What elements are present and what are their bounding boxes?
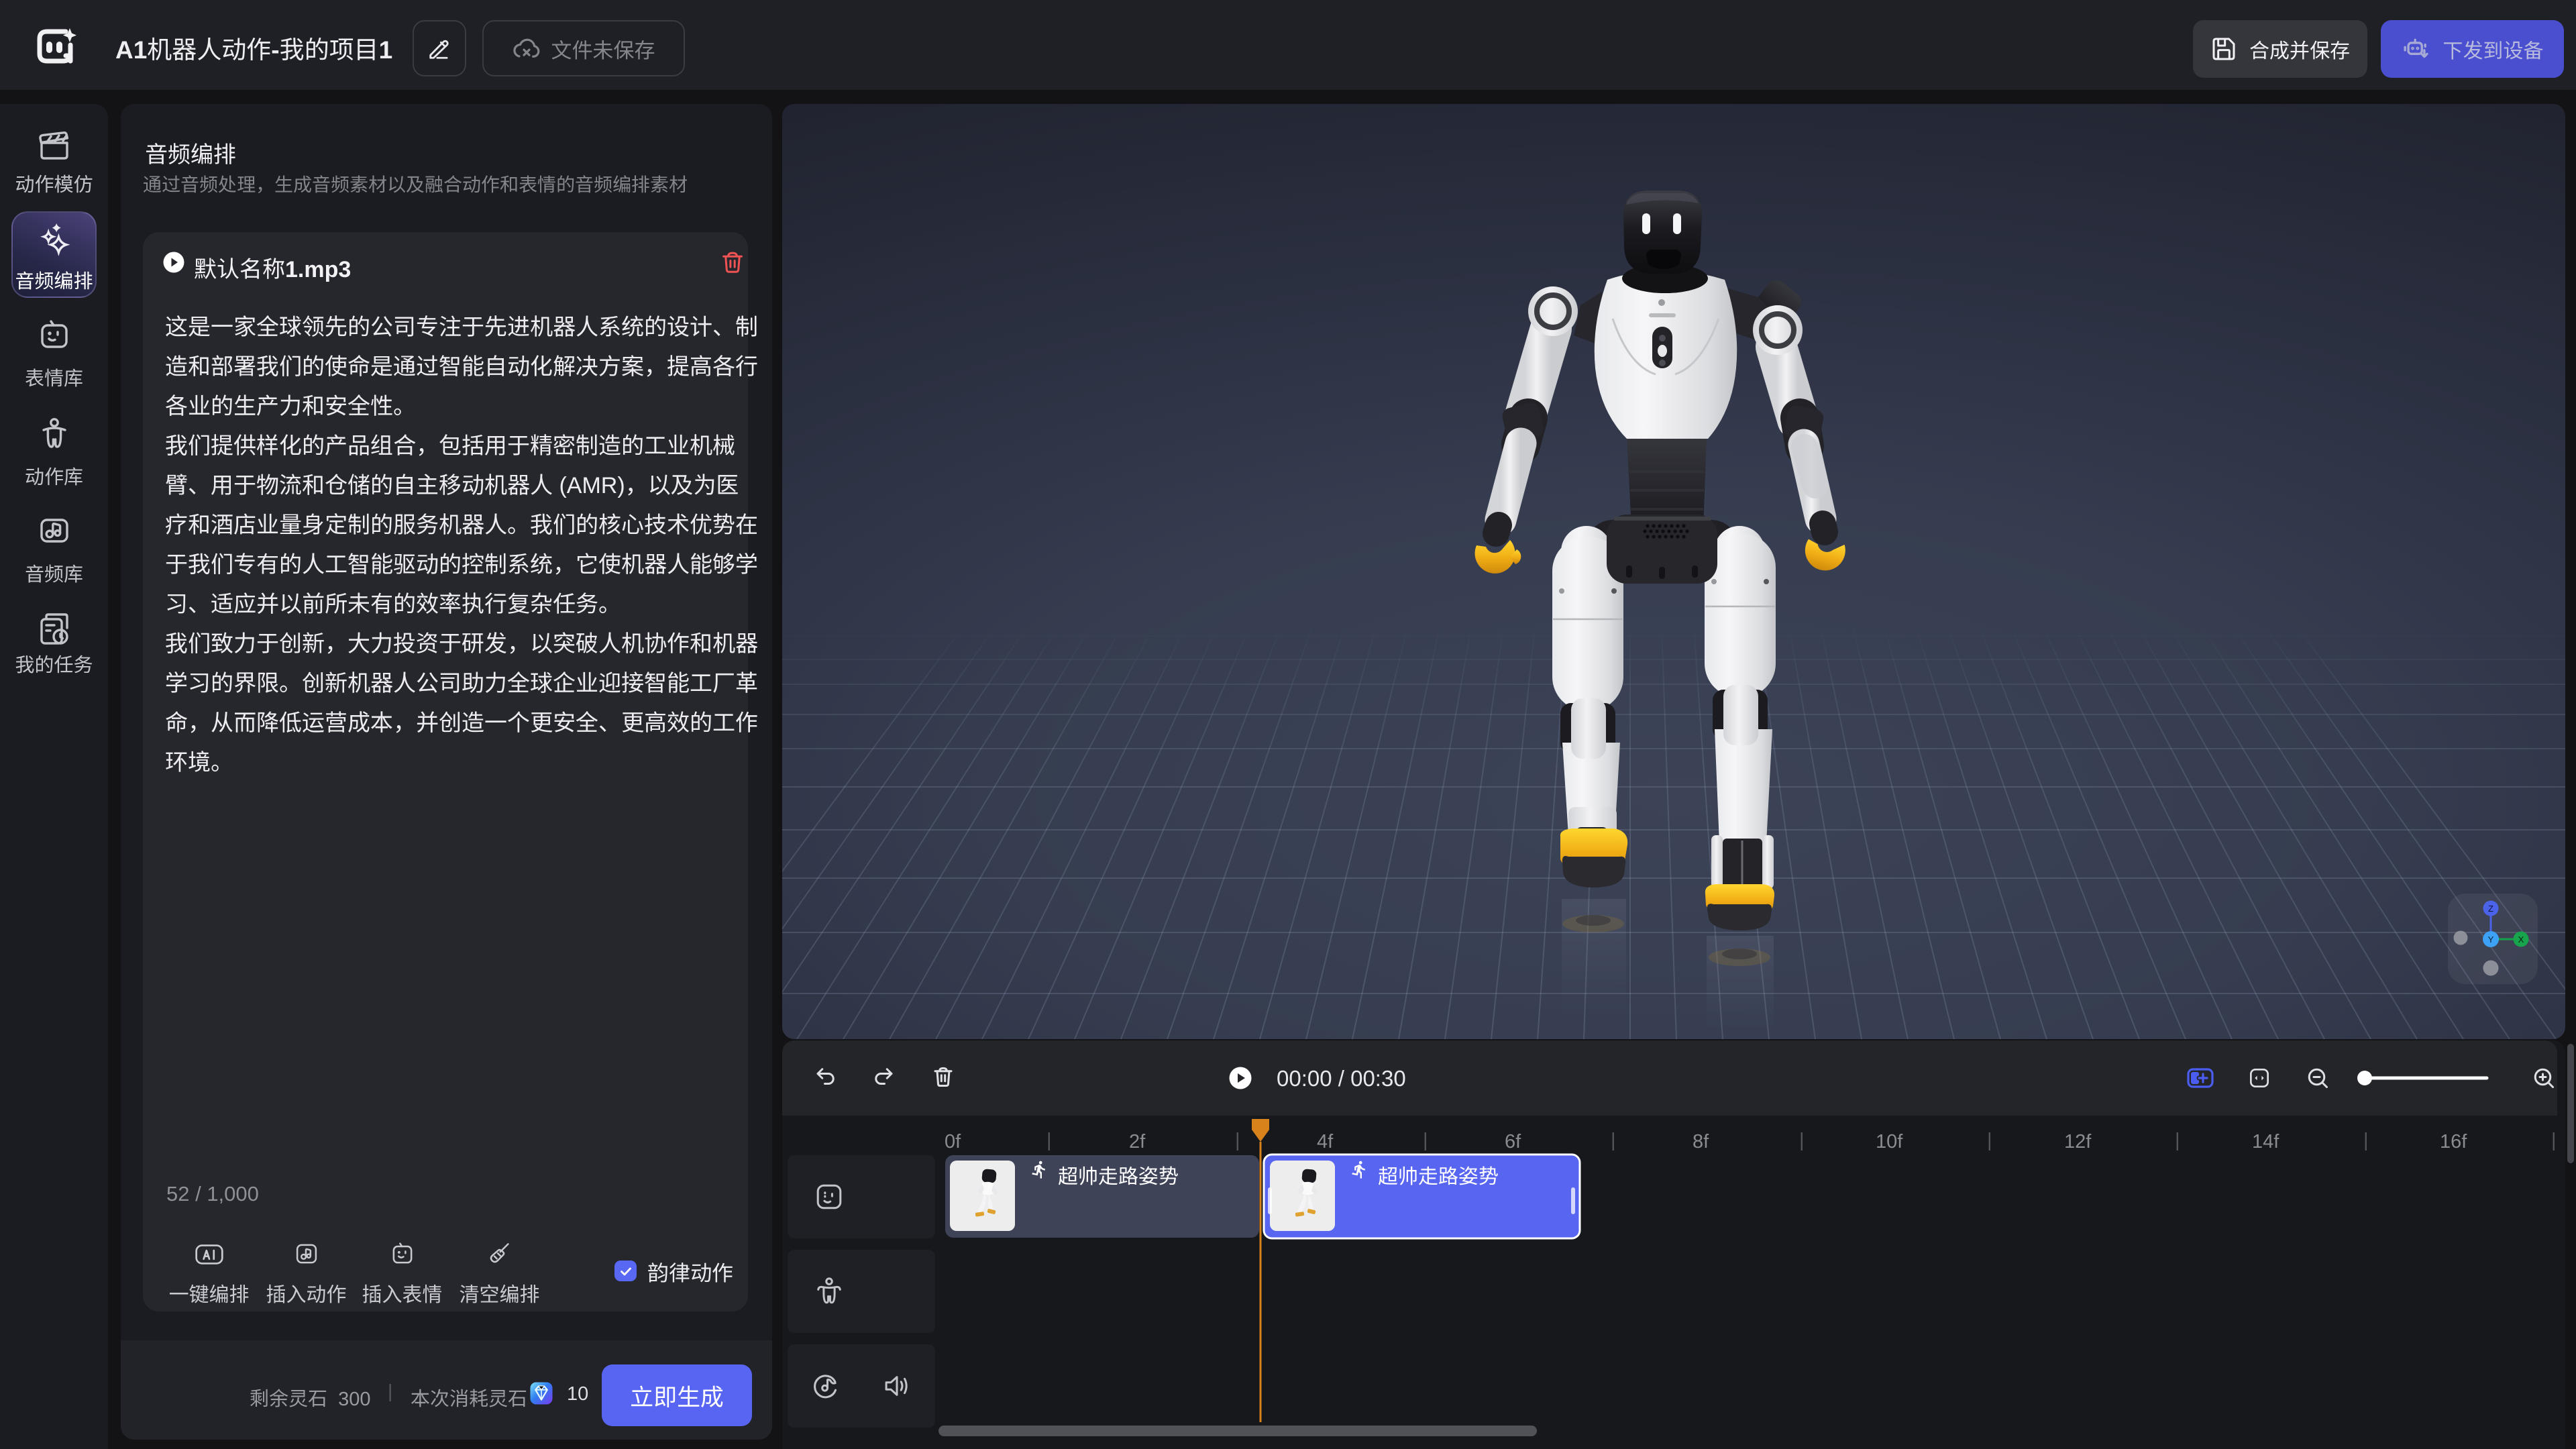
svg-text:超帅走路姿势: 超帅走路姿势 [1058, 1166, 1179, 1188]
svg-text:Y: Y [2488, 934, 2494, 945]
svg-text:X: X [2518, 934, 2524, 945]
svg-text:超帅走路姿势: 超帅走路姿势 [1378, 1166, 1499, 1188]
svg-text:Z: Z [2488, 904, 2493, 914]
